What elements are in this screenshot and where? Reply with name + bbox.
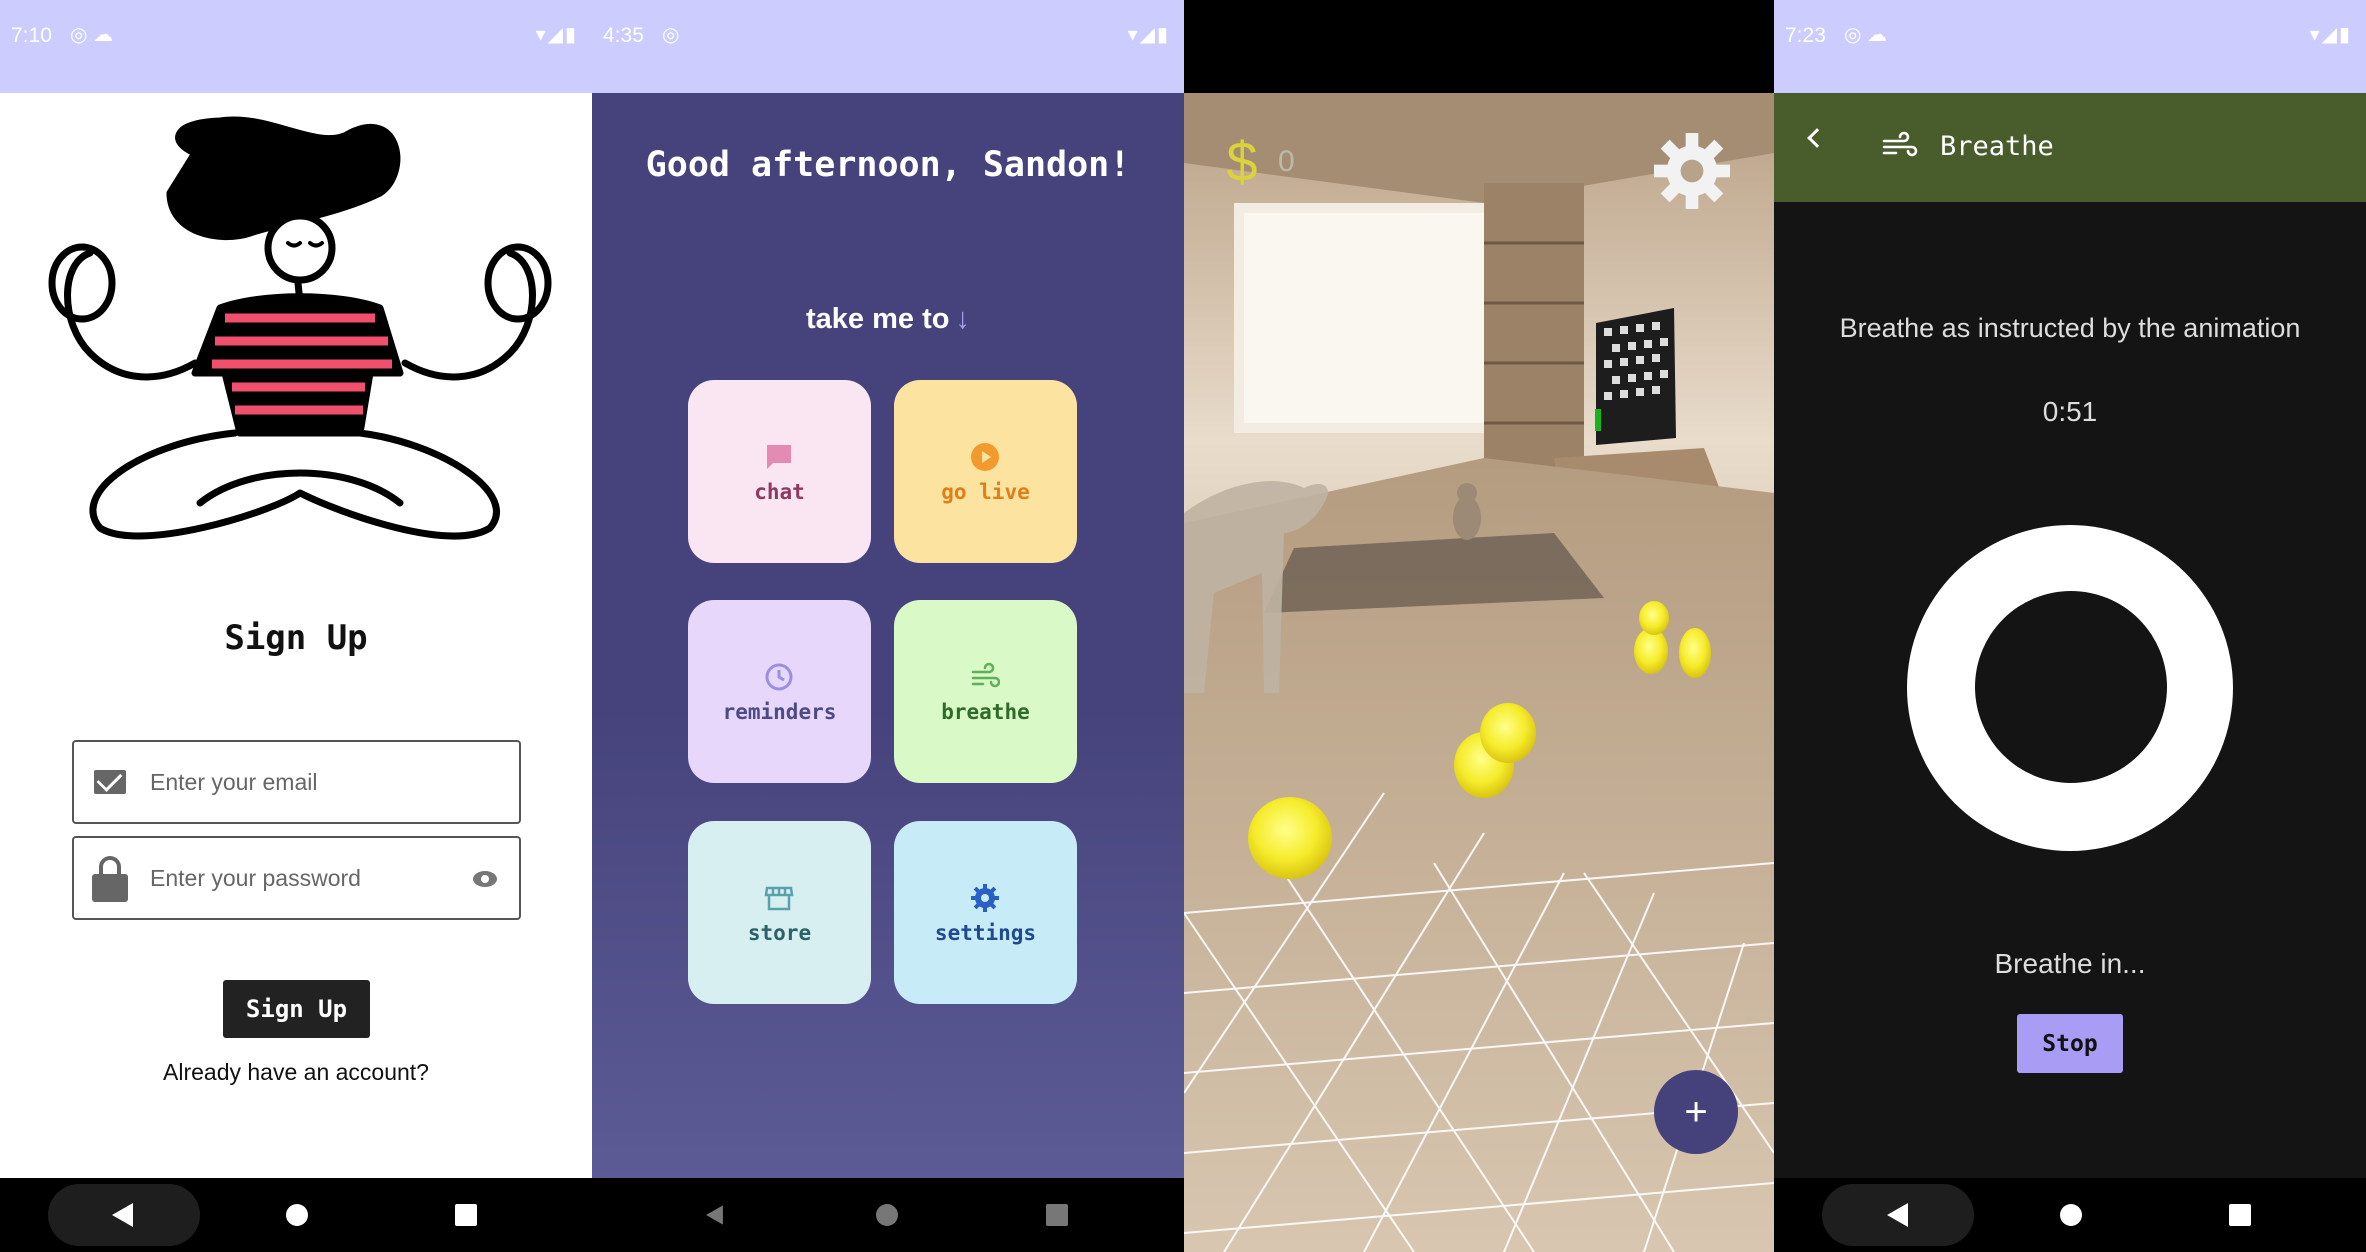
nav-bar — [0, 1178, 592, 1252]
svg-text:$: $ — [1226, 131, 1257, 191]
take-me-to-text: take me to — [806, 303, 950, 335]
home-icon[interactable] — [876, 1204, 898, 1226]
signup-screen: 7:10 ◎ ☁ ▾◢▮ Sign Up Enter your email Si… — [0, 0, 592, 1252]
eye-icon[interactable] — [473, 871, 497, 887]
store-icon — [764, 886, 794, 911]
chat-bubble-icon — [767, 445, 791, 469]
home-content: Good afternoon, Sandon! take me to ↓ chat… — [592, 93, 1184, 1178]
instruction-text: Breathe as instructed by the animation — [1839, 313, 2301, 343]
tile-label: reminders — [722, 700, 837, 724]
wind-icon — [1882, 131, 1918, 157]
status-bar: 7:23 ◎ ☁ ▾◢▮ — [1774, 0, 2366, 93]
home-icon[interactable] — [2060, 1204, 2082, 1226]
clock-icon — [765, 663, 793, 691]
play-circle-icon — [971, 443, 999, 471]
tile-settings[interactable]: settings — [894, 821, 1077, 1004]
status-bar: 7:10 ◎ ☁ ▾◢▮ — [0, 0, 592, 93]
dollar-icon: $ — [1226, 131, 1257, 191]
wind-icon — [971, 662, 1000, 688]
tile-label: settings — [934, 921, 1037, 945]
recents-icon[interactable] — [455, 1204, 477, 1226]
signup-button[interactable]: Sign Up — [223, 980, 370, 1038]
greeting: Good afternoon, Sandon! — [645, 145, 1131, 185]
sync-cloud-icon: ◎ ☁ — [70, 24, 114, 46]
tile-label: store — [747, 921, 812, 945]
meditation-illustration — [48, 116, 552, 540]
status-time: 7:10 — [11, 24, 52, 47]
stop-button[interactable]: Stop — [2017, 1014, 2123, 1073]
tile-store[interactable]: store — [688, 821, 871, 1004]
home-screen: 4:35 ◎ ▾◢▮ Good afternoon, Sandon! take … — [592, 0, 1184, 1252]
arrow-down-icon: ↓ — [955, 303, 970, 335]
recents-icon[interactable] — [2229, 1204, 2251, 1226]
tile-reminders[interactable]: reminders — [688, 600, 871, 783]
login-link[interactable]: Already have an account? — [0, 1059, 592, 1086]
ring-center — [1975, 591, 2167, 783]
page-title: Breathe — [1940, 131, 2054, 162]
nav-bar — [592, 1178, 1184, 1252]
breathe-screen: 7:23 ◎ ☁ ▾◢▮ Breathe Breathe as instruct… — [1774, 0, 2366, 1252]
password-field-container — [72, 836, 521, 920]
tile-label: go live — [941, 480, 1030, 504]
tile-label: breathe — [941, 700, 1030, 724]
app-bar: Breathe — [1774, 93, 2366, 202]
tile-breathe[interactable]: breathe — [894, 600, 1077, 783]
back-icon[interactable] — [706, 1205, 723, 1225]
wifi-signal-battery-icon: ▾◢▮ — [2309, 24, 2352, 46]
timer: 0:51 — [2042, 396, 2098, 427]
wifi-signal-battery-icon: ▾◢▮ — [1127, 24, 1170, 46]
ar-camera-view[interactable]: $ 0 + — [1184, 93, 1774, 1252]
back-arrow-icon[interactable] — [1807, 128, 1827, 148]
sync-cloud-icon: ◎ ☁ — [1844, 24, 1888, 46]
email-field[interactable] — [150, 742, 450, 822]
black-top-bar — [1184, 0, 1774, 93]
password-field[interactable] — [150, 838, 450, 918]
back-icon[interactable] — [1887, 1203, 1908, 1227]
email-field-container — [72, 740, 521, 824]
sync-icon: ◎ — [662, 24, 680, 46]
wifi-signal-battery-icon: ▾◢▮ — [535, 24, 578, 46]
tile-go-live[interactable]: go live — [894, 380, 1077, 563]
nav-bar — [1774, 1178, 2366, 1252]
take-me-to-label: take me to ↓ — [592, 303, 1184, 336]
tile-chat[interactable]: chat — [688, 380, 871, 563]
mail-icon — [94, 770, 126, 794]
lock-icon — [92, 856, 128, 902]
home-icon[interactable] — [286, 1204, 308, 1226]
status-time: 7:23 — [1785, 24, 1826, 47]
signup-content: Sign Up Sign Up Already have an account? — [0, 93, 592, 1178]
ar-screen: $ 0 + — [1184, 0, 1774, 1252]
breath-phase: Breathe in... — [1994, 948, 2146, 979]
coin-count: 0 — [1278, 145, 1295, 178]
back-icon[interactable] — [112, 1203, 133, 1227]
recents-icon[interactable] — [1046, 1204, 1068, 1226]
page-title: Sign Up — [224, 618, 368, 658]
add-fab-button[interactable]: + — [1654, 1070, 1738, 1154]
status-time: 4:35 — [603, 24, 644, 47]
breathe-content: Breathe Breathe as instructed by the ani… — [1774, 93, 2366, 1178]
breathing-animation-ring — [1907, 525, 2233, 851]
status-bar: 4:35 ◎ ▾◢▮ — [592, 0, 1184, 93]
gear-icon — [971, 884, 999, 912]
tile-label: chat — [754, 480, 805, 504]
settings-gear-icon[interactable] — [1654, 133, 1730, 209]
